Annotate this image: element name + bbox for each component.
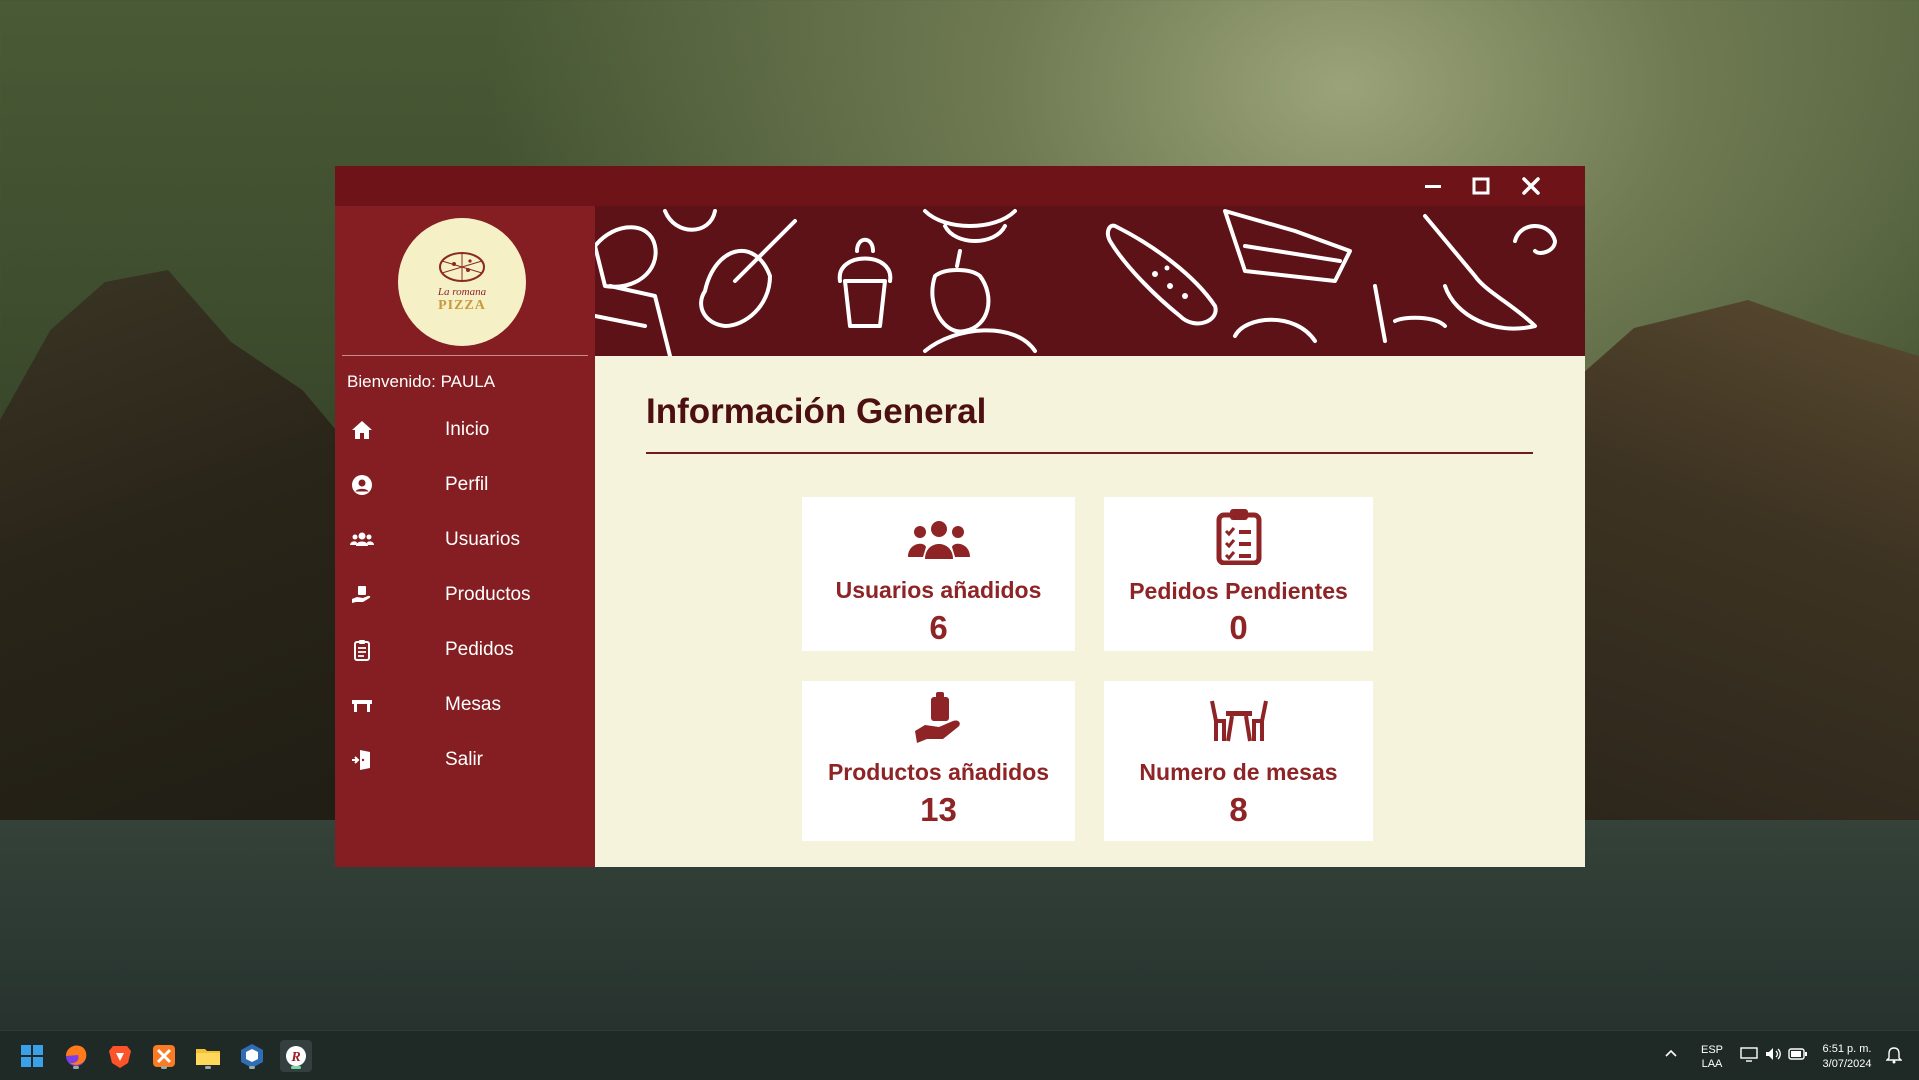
pizza-icon — [439, 252, 485, 282]
clock-time: 6:51 p. m. — [1822, 1043, 1872, 1055]
stat-card-usuarios: Usuarios añadidos 6 — [802, 497, 1075, 651]
running-indicator — [205, 1066, 211, 1069]
sidebar-item-label: Salir — [445, 749, 484, 770]
taskbar-xampp[interactable] — [148, 1040, 180, 1072]
clock[interactable]: 6:51 p. m. 3/07/2024 — [1812, 1043, 1882, 1070]
stat-card-pedidos: Pedidos Pendientes 0 — [1104, 497, 1373, 651]
bell-icon — [1885, 1047, 1903, 1064]
sidebar-item-pedidos[interactable]: Pedidos — [335, 628, 595, 672]
maximize-button[interactable] — [1465, 172, 1497, 200]
running-indicator — [249, 1066, 255, 1069]
brave-icon — [109, 1046, 131, 1068]
clock-date: 3/07/2024 — [1822, 1058, 1872, 1070]
users-icon — [907, 521, 970, 559]
stat-card-mesas: Numero de mesas 8 — [1104, 681, 1373, 841]
sidebar: La romana PIZZA Bienvenido: PAULA Inicio… — [335, 206, 595, 867]
maximize-icon — [1472, 177, 1490, 195]
sidebar-item-label: Mesas — [445, 694, 501, 715]
minimize-icon — [1425, 185, 1441, 188]
running-indicator — [161, 1066, 167, 1069]
battery-icon — [1788, 1048, 1807, 1060]
logo-text-line1: La romana — [437, 286, 487, 298]
sidebar-item-label: Usuarios — [445, 529, 520, 550]
battery-button[interactable] — [1788, 1047, 1808, 1066]
volume-icon — [1766, 1048, 1781, 1060]
taskbar: R ESP LAA 6:51 p. m. 3/07/2024 — [0, 1030, 1919, 1080]
sidebar-item-label: Perfil — [445, 474, 489, 495]
start-button[interactable] — [16, 1040, 48, 1072]
language-region: LAA — [1701, 1058, 1723, 1070]
sidebar-divider — [342, 355, 588, 356]
network-button[interactable] — [1740, 1046, 1758, 1067]
taskbar-pizza-app[interactable]: R — [280, 1040, 312, 1072]
hand-box-icon — [352, 586, 371, 603]
exit-icon — [352, 750, 370, 770]
users-icon — [350, 532, 374, 546]
sidebar-item-perfil[interactable]: Perfil — [335, 463, 595, 507]
user-icon — [352, 475, 372, 495]
taskbar-file-explorer[interactable] — [192, 1040, 224, 1072]
sidebar-item-productos[interactable]: Productos — [335, 573, 595, 617]
main-content: Información General Usuarios añadidos 6 … — [595, 356, 1585, 867]
clipboard-check-icon — [1216, 509, 1261, 565]
close-icon — [1522, 177, 1540, 195]
logo: La romana PIZZA — [398, 218, 526, 346]
sidebar-item-label: Inicio — [445, 419, 490, 440]
minimize-button[interactable] — [1417, 172, 1449, 200]
stat-card-label: Usuarios añadidos — [835, 577, 1042, 603]
hand-box-icon — [914, 692, 960, 743]
language-indicator[interactable]: ESP LAA — [1697, 1044, 1727, 1070]
sidebar-item-usuarios[interactable]: Usuarios — [335, 518, 595, 562]
logo-text-line2: PIZZA — [438, 298, 486, 313]
sidebar-item-label: Productos — [445, 584, 531, 605]
title-underline — [646, 452, 1533, 454]
sidebar-item-salir[interactable]: Salir — [335, 738, 595, 782]
home-icon — [352, 421, 372, 439]
chevron-up-icon — [1665, 1049, 1677, 1057]
tray-overflow-button[interactable] — [1663, 1045, 1679, 1066]
app-window: La romana PIZZA Bienvenido: PAULA Inicio… — [335, 166, 1585, 867]
start-icon — [21, 1045, 43, 1067]
stat-card-value: 6 — [929, 609, 948, 646]
welcome-label: Bienvenido: — [347, 372, 436, 391]
taskbar-virtualbox[interactable] — [236, 1040, 268, 1072]
welcome-username: PAULA — [440, 372, 496, 391]
notifications-button[interactable] — [1885, 1046, 1903, 1069]
svg-text:R: R — [290, 1050, 300, 1065]
table-icon — [352, 700, 372, 712]
title-bar — [335, 166, 1585, 206]
food-doodle-illustration — [595, 209, 1557, 356]
network-icon — [1740, 1047, 1758, 1062]
active-indicator — [291, 1066, 301, 1069]
close-button[interactable] — [1515, 172, 1547, 200]
taskbar-brave[interactable] — [104, 1040, 136, 1072]
stat-card-productos: Productos añadidos 13 — [802, 681, 1075, 841]
wallpaper-mountain-right — [1539, 300, 1919, 860]
running-indicator — [73, 1066, 79, 1069]
sidebar-item-mesas[interactable]: Mesas — [335, 683, 595, 727]
stat-card-value: 13 — [920, 791, 957, 828]
clipboard-icon — [354, 640, 370, 661]
page-title: Información General — [646, 392, 987, 431]
taskbar-firefox[interactable] — [60, 1040, 92, 1072]
stat-card-label: Numero de mesas — [1139, 759, 1338, 785]
language-code: ESP — [1700, 1044, 1723, 1056]
volume-button[interactable] — [1764, 1046, 1782, 1067]
sidebar-item-inicio[interactable]: Inicio — [335, 408, 595, 452]
food-banner — [595, 206, 1585, 356]
stat-card-value: 8 — [1229, 791, 1248, 828]
stat-card-value: 0 — [1229, 609, 1248, 646]
table-chairs-icon — [1209, 700, 1268, 742]
sidebar-item-label: Pedidos — [445, 639, 514, 660]
stat-card-label: Productos añadidos — [827, 759, 1050, 785]
stat-card-label: Pedidos Pendientes — [1129, 578, 1348, 604]
welcome-text: Bienvenido: PAULA — [347, 372, 495, 392]
